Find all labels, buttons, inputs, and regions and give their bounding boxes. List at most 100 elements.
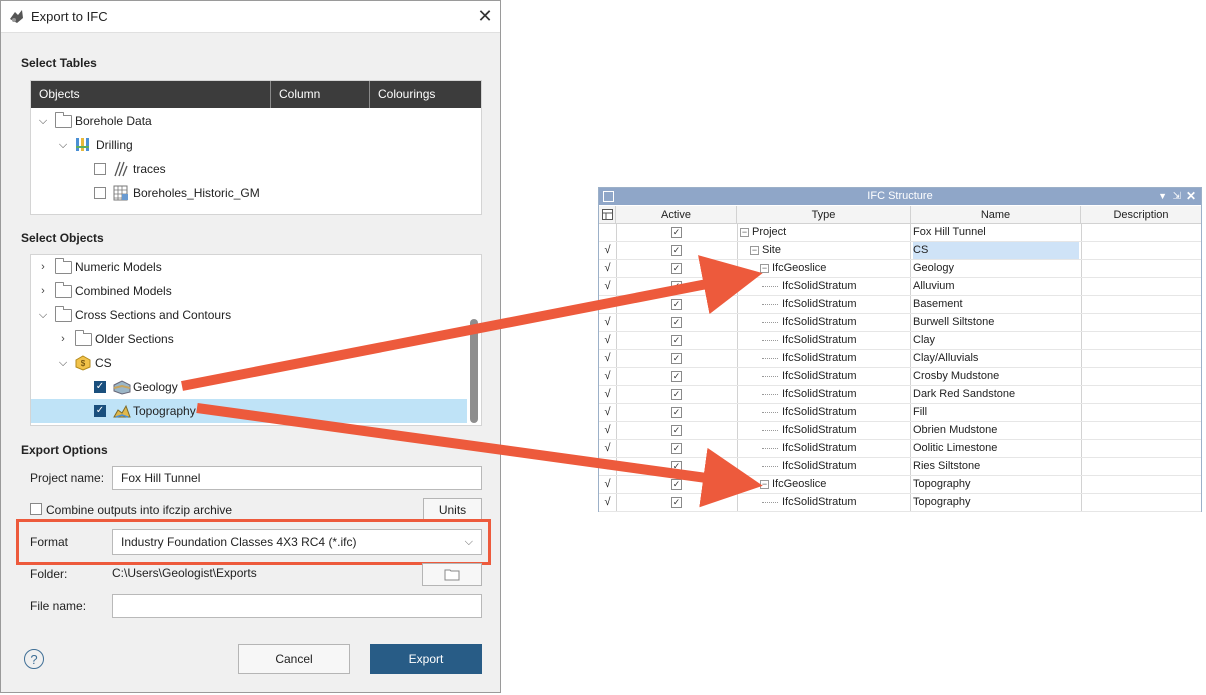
name-cell[interactable]: Geology bbox=[913, 260, 1079, 277]
name-cell[interactable]: Fill bbox=[913, 404, 1079, 421]
ifc-row[interactable]: √ ✓ IfcSolidStratum Alluvium bbox=[599, 278, 1201, 296]
ifc-row[interactable]: √ ✓ IfcSolidStratum Dark Red Sandstone bbox=[599, 386, 1201, 404]
format-select[interactable]: Industry Foundation Classes 4X3 RC4 (*.i… bbox=[112, 529, 482, 555]
row-header-corner[interactable] bbox=[599, 206, 616, 224]
name-cell[interactable]: Topography bbox=[913, 476, 1079, 493]
ifc-row[interactable]: √ ✓ IfcSolidStratum Crosby Mudstone bbox=[599, 368, 1201, 386]
collapse-icon[interactable]: − bbox=[750, 246, 759, 255]
active-checkbox[interactable]: ✓ bbox=[671, 461, 682, 472]
ifc-row[interactable]: √ ✓ − Site CS bbox=[599, 242, 1201, 260]
active-checkbox[interactable]: ✓ bbox=[671, 389, 682, 400]
tree-row-older-sections[interactable]: › Older Sections bbox=[31, 327, 467, 351]
collapse-icon[interactable]: − bbox=[760, 264, 769, 273]
objects-scrollbar-thumb[interactable] bbox=[470, 319, 478, 423]
active-checkbox[interactable]: ✓ bbox=[671, 263, 682, 274]
column-header-active[interactable]: Active bbox=[616, 206, 737, 224]
name-cell[interactable]: Dark Red Sandstone bbox=[913, 386, 1079, 403]
chevron-right-icon[interactable]: › bbox=[36, 279, 50, 303]
cancel-button[interactable]: Cancel bbox=[238, 644, 350, 674]
tree-row-borehole-data[interactable]: ⌵ Borehole Data bbox=[31, 109, 481, 133]
objects-scrollbar-track[interactable] bbox=[468, 255, 481, 425]
description-cell[interactable] bbox=[1081, 278, 1202, 295]
description-cell[interactable] bbox=[1081, 494, 1202, 511]
description-cell[interactable] bbox=[1081, 296, 1202, 313]
column-header-column[interactable]: Column bbox=[271, 81, 370, 108]
ifc-row[interactable]: √ ✓ − IfcGeoslice Geology bbox=[599, 260, 1201, 278]
combine-checkbox[interactable] bbox=[30, 503, 42, 515]
column-header-objects[interactable]: Objects bbox=[31, 81, 271, 108]
active-checkbox[interactable]: ✓ bbox=[671, 245, 682, 256]
tree-row-drilling[interactable]: ⌵ Drilling bbox=[31, 133, 481, 157]
name-cell[interactable]: Ries Siltstone bbox=[913, 458, 1079, 475]
name-cell[interactable]: Clay bbox=[913, 332, 1079, 349]
tree-row-numeric-models[interactable]: › Numeric Models bbox=[31, 255, 467, 279]
description-cell[interactable] bbox=[1081, 368, 1202, 385]
chevron-right-icon[interactable]: › bbox=[36, 255, 50, 279]
active-checkbox[interactable]: ✓ bbox=[671, 443, 682, 454]
ifc-row[interactable]: √ ✓ IfcSolidStratum Clay/Alluvials bbox=[599, 350, 1201, 368]
active-checkbox[interactable]: ✓ bbox=[671, 479, 682, 490]
description-cell[interactable] bbox=[1081, 458, 1202, 475]
traces-checkbox[interactable] bbox=[94, 163, 106, 175]
name-cell[interactable]: Clay/Alluvials bbox=[913, 350, 1079, 367]
active-checkbox[interactable]: ✓ bbox=[671, 317, 682, 328]
tree-row-combined-models[interactable]: › Combined Models bbox=[31, 279, 467, 303]
collapse-icon[interactable]: − bbox=[740, 228, 749, 237]
description-cell[interactable] bbox=[1081, 386, 1202, 403]
ifc-row[interactable]: √ ✓ IfcSolidStratum Ries Siltstone bbox=[599, 458, 1201, 476]
chevron-down-icon[interactable]: ⌵ bbox=[56, 133, 70, 157]
description-cell[interactable] bbox=[1081, 476, 1202, 493]
tree-row-traces[interactable]: traces bbox=[31, 157, 481, 181]
name-cell[interactable]: Fox Hill Tunnel bbox=[913, 224, 1079, 241]
description-cell[interactable] bbox=[1081, 440, 1202, 457]
active-checkbox[interactable]: ✓ bbox=[671, 497, 682, 508]
file-name-input[interactable] bbox=[112, 594, 482, 618]
name-cell[interactable]: Topography bbox=[913, 494, 1079, 511]
collapse-icon[interactable]: − bbox=[760, 480, 769, 489]
help-icon[interactable]: ? bbox=[24, 649, 44, 669]
tree-row-geology[interactable]: ✓ Geology bbox=[31, 375, 467, 399]
dropdown-icon[interactable]: ▼ bbox=[1158, 188, 1167, 205]
boreholes-historic-checkbox[interactable] bbox=[94, 187, 106, 199]
name-cell[interactable]: Burwell Siltstone bbox=[913, 314, 1079, 331]
pin-icon[interactable]: ⇲ bbox=[1173, 188, 1181, 205]
geology-checkbox[interactable]: ✓ bbox=[94, 381, 106, 393]
chevron-down-icon[interactable]: ⌵ bbox=[36, 109, 50, 133]
close-icon[interactable]: ✕ bbox=[1186, 188, 1196, 205]
ifc-row[interactable]: √ ✓ IfcSolidStratum Basement bbox=[599, 296, 1201, 314]
panel-menu-icon[interactable] bbox=[603, 191, 614, 202]
description-cell[interactable] bbox=[1081, 242, 1202, 259]
name-cell[interactable]: Crosby Mudstone bbox=[913, 368, 1079, 385]
name-cell[interactable]: Obrien Mudstone bbox=[913, 422, 1079, 439]
chevron-right-icon[interactable]: › bbox=[56, 327, 70, 351]
active-checkbox[interactable]: ✓ bbox=[671, 227, 682, 238]
name-cell[interactable]: Oolitic Limestone bbox=[913, 440, 1079, 457]
name-cell[interactable]: Alluvium bbox=[913, 278, 1079, 295]
ifc-row[interactable]: √ ✓ IfcSolidStratum Clay bbox=[599, 332, 1201, 350]
column-header-name[interactable]: Name bbox=[911, 206, 1081, 224]
ifc-row[interactable]: √ ✓ IfcSolidStratum Fill bbox=[599, 404, 1201, 422]
close-icon[interactable]: ✕ bbox=[475, 6, 495, 26]
tree-row-cs[interactable]: ⌵ $ CS bbox=[31, 351, 467, 375]
chevron-down-icon[interactable]: ⌵ bbox=[56, 351, 70, 375]
column-header-type[interactable]: Type bbox=[737, 206, 911, 224]
description-cell[interactable] bbox=[1081, 350, 1202, 367]
name-cell[interactable]: CS bbox=[913, 242, 1079, 259]
description-cell[interactable] bbox=[1081, 224, 1202, 241]
description-cell[interactable] bbox=[1081, 404, 1202, 421]
ifc-row[interactable]: ✓ − Project Fox Hill Tunnel bbox=[599, 224, 1201, 242]
tree-row-cross-sections[interactable]: ⌵ Cross Sections and Contours bbox=[31, 303, 467, 327]
tree-row-boreholes-historic[interactable]: Boreholes_Historic_GM bbox=[31, 181, 481, 205]
topography-checkbox[interactable]: ✓ bbox=[94, 405, 106, 417]
description-cell[interactable] bbox=[1081, 314, 1202, 331]
description-cell[interactable] bbox=[1081, 260, 1202, 277]
active-checkbox[interactable]: ✓ bbox=[671, 281, 682, 292]
ifc-row[interactable]: √ ✓ IfcSolidStratum Oolitic Limestone bbox=[599, 440, 1201, 458]
browse-folder-button[interactable] bbox=[422, 563, 482, 586]
active-checkbox[interactable]: ✓ bbox=[671, 299, 682, 310]
column-header-description[interactable]: Description bbox=[1081, 206, 1201, 224]
chevron-down-icon[interactable]: ⌵ bbox=[36, 303, 50, 327]
ifc-row[interactable]: √ ✓ IfcSolidStratum Topography bbox=[599, 494, 1201, 512]
ifc-row[interactable]: √ ✓ IfcSolidStratum Obrien Mudstone bbox=[599, 422, 1201, 440]
name-cell[interactable]: Basement bbox=[913, 296, 1079, 313]
